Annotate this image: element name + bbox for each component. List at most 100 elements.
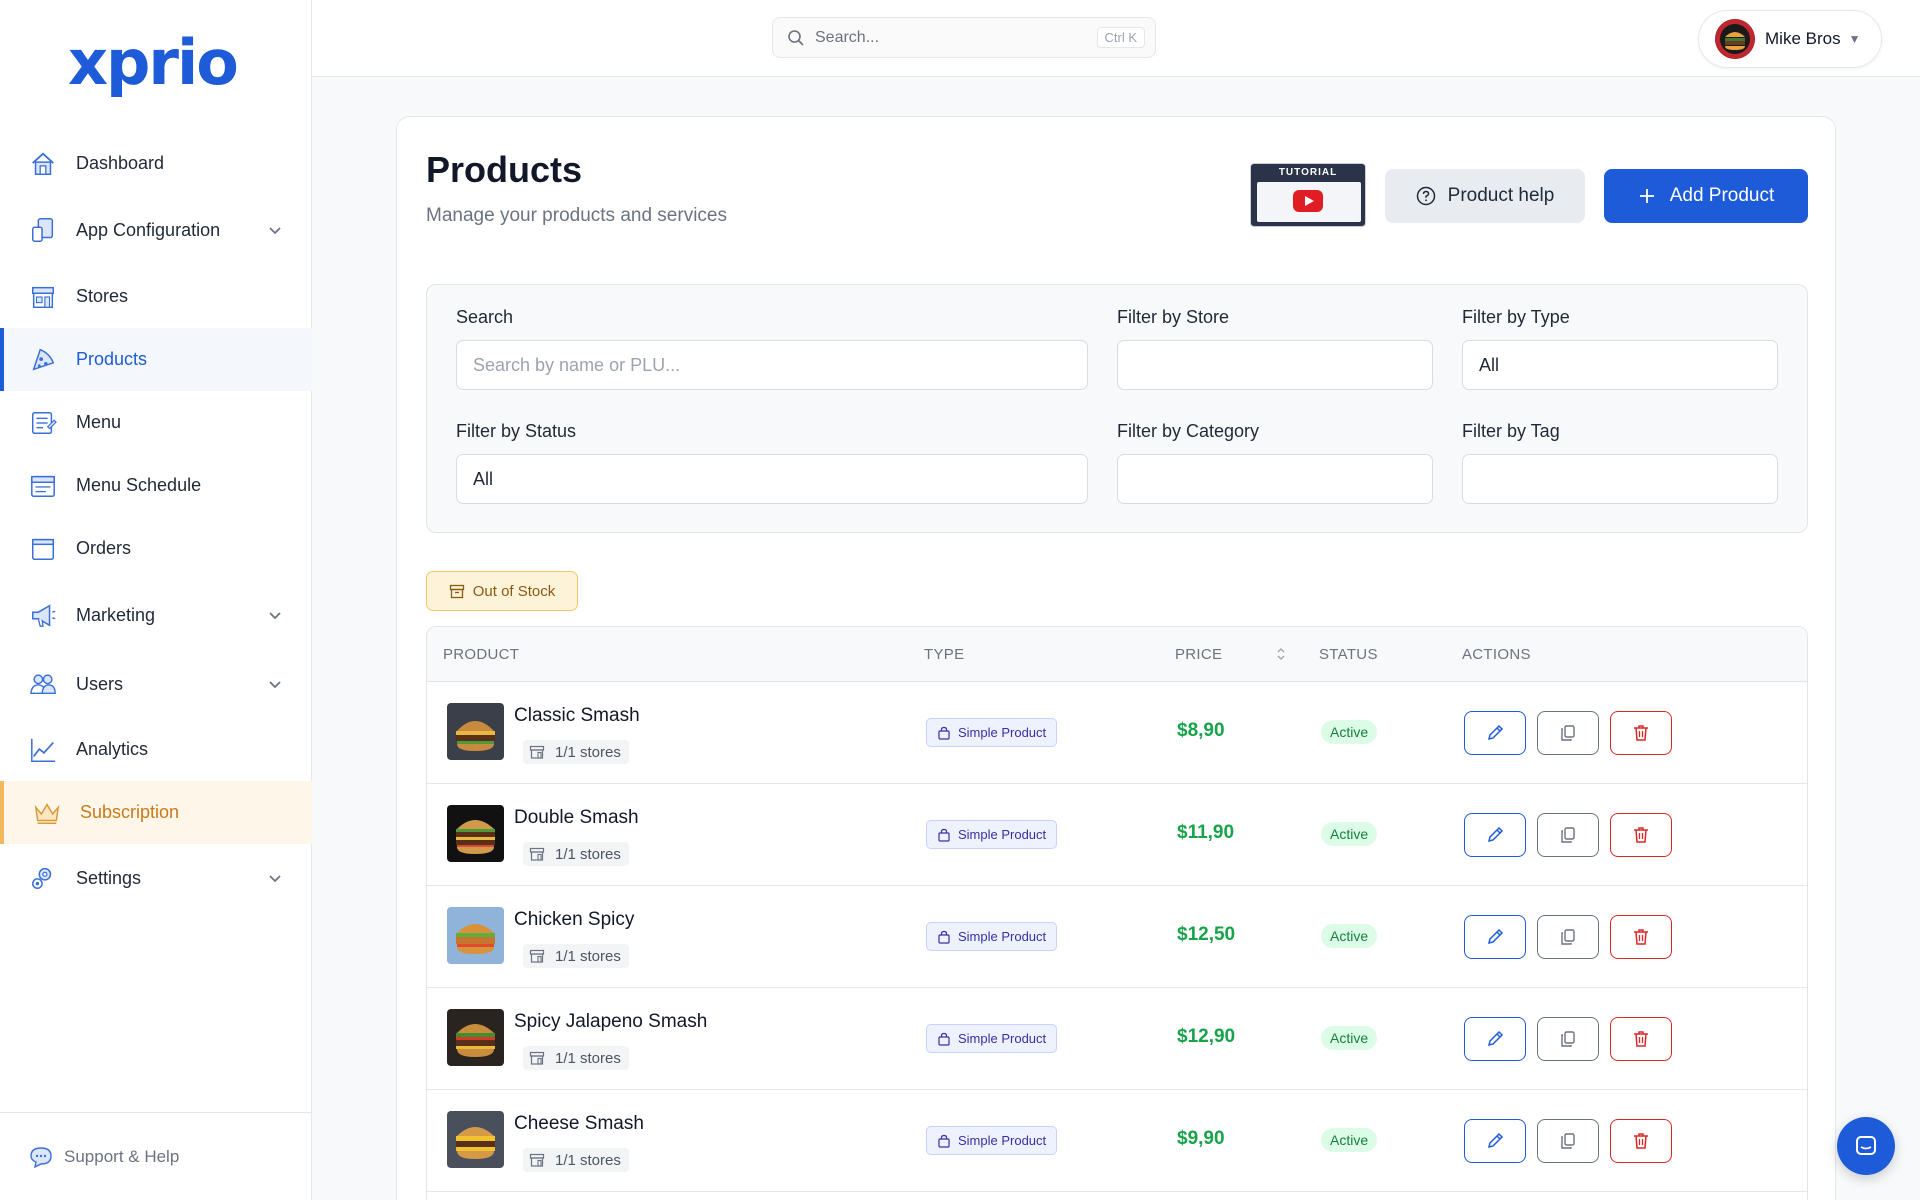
sidebar-item-label: Menu (76, 412, 122, 432)
product-thumbnail[interactable] (447, 1009, 504, 1066)
sidebar-item-settings[interactable]: Settings (0, 844, 312, 912)
column-header-price[interactable]: PRICE (1175, 646, 1222, 663)
page-subtitle: Manage your products and services (426, 205, 727, 226)
add-product-label: Add Product (1669, 185, 1775, 206)
crown-icon (32, 798, 62, 828)
shopping-bag-icon (938, 930, 950, 944)
help-circle-icon (1416, 186, 1435, 206)
duplicate-button[interactable] (1537, 915, 1599, 959)
sidebar-item-label: Settings (76, 867, 142, 888)
type-filter-label: Filter by Type (1462, 307, 1570, 327)
sidebar-item-label: Users (76, 673, 124, 694)
sidebar-item-label: Menu Schedule (76, 475, 202, 495)
global-search-input[interactable]: Search... Ctrl K (772, 17, 1156, 58)
product-name[interactable]: Cheese Smash (514, 1113, 644, 1135)
product-thumbnail[interactable] (447, 703, 504, 760)
chat-icon (1856, 1136, 1876, 1155)
type-filter-select[interactable]: All (1462, 340, 1778, 390)
product-thumbnail[interactable] (447, 907, 504, 964)
store-filter-select[interactable] (1117, 340, 1433, 390)
trash-icon (1634, 827, 1648, 843)
column-header-type: TYPE (924, 646, 965, 663)
status-badge: Active (1321, 924, 1378, 948)
status-filter-select[interactable]: All (456, 454, 1088, 504)
duplicate-button[interactable] (1537, 711, 1599, 755)
product-thumbnail[interactable] (447, 1111, 504, 1168)
product-price: $11,90 (1177, 822, 1235, 843)
product-name[interactable]: Spicy Jalapeno Smash (514, 1011, 707, 1033)
status-badge: Active (1321, 822, 1378, 846)
chat-launcher-button[interactable] (1837, 1117, 1895, 1175)
chevron-down-icon[interactable] (268, 608, 282, 622)
sidebar-item-menu-schedule[interactable]: Menu Schedule (0, 454, 312, 517)
sidebar-item-menu[interactable]: Menu (0, 391, 312, 454)
shopping-bag-icon (938, 726, 950, 740)
trash-icon (1634, 929, 1648, 945)
edit-button[interactable] (1464, 1119, 1526, 1163)
sidebar-item-app-configuration[interactable]: App Configuration (0, 195, 312, 265)
chart-icon (28, 735, 58, 765)
edit-button[interactable] (1464, 813, 1526, 857)
duplicate-button[interactable] (1537, 1119, 1599, 1163)
search-shortcut-hint: Ctrl K (1096, 27, 1145, 48)
tag-filter-select[interactable] (1462, 454, 1778, 504)
sidebar-nav: Dashboard App Configuration Stores Produ… (0, 132, 312, 912)
product-price: $12,90 (1177, 1026, 1236, 1047)
sidebar-item-users[interactable]: Users (0, 650, 312, 718)
product-price: $12,50 (1177, 924, 1236, 945)
topbar: Search... Ctrl K Mike Bros ▼ (312, 0, 1920, 77)
plus-icon (1639, 189, 1654, 203)
delete-button[interactable] (1610, 1119, 1672, 1163)
delete-button[interactable] (1610, 813, 1672, 857)
product-name[interactable]: Double Smash (514, 807, 639, 829)
edit-button[interactable] (1464, 711, 1526, 755)
sidebar-item-orders[interactable]: Orders (0, 517, 312, 580)
sidebar-item-stores[interactable]: Stores (0, 265, 312, 328)
out-of-stock-filter-button[interactable]: Out of Stock (426, 571, 578, 611)
product-type-badge: Simple Product (926, 820, 1058, 849)
product-stores-count: 1/1 stores (555, 1151, 621, 1169)
user-menu[interactable]: Mike Bros ▼ (1698, 10, 1882, 68)
status-filter-value: All (473, 468, 494, 489)
product-thumbnail[interactable] (447, 805, 504, 862)
column-header-actions: ACTIONS (1462, 646, 1531, 663)
sidebar-item-analytics[interactable]: Analytics (0, 718, 312, 781)
duplicate-button[interactable] (1537, 1017, 1599, 1061)
search-icon (788, 29, 804, 46)
app-logo[interactable]: xprio (68, 28, 239, 98)
sort-icon[interactable] (1275, 645, 1287, 663)
chevron-down-icon[interactable] (268, 223, 282, 237)
archive-icon (449, 584, 464, 599)
avatar (1715, 19, 1755, 59)
product-name[interactable]: Classic Smash (514, 705, 640, 727)
support-help-link[interactable]: Support & Help (0, 1112, 312, 1200)
product-name[interactable]: Chicken Spicy (514, 909, 634, 931)
sidebar-item-label: Stores (76, 286, 129, 306)
shopping-bag-icon (938, 828, 950, 842)
status-badge: Active (1321, 720, 1378, 744)
delete-button[interactable] (1610, 1017, 1672, 1061)
sidebar-item-products[interactable]: Products (0, 328, 312, 391)
tutorial-video-thumbnail[interactable]: TUTORIAL (1250, 163, 1366, 227)
delete-button[interactable] (1610, 915, 1672, 959)
sidebar-item-label: Products (76, 349, 148, 369)
sidebar-item-dashboard[interactable]: Dashboard (0, 132, 312, 195)
product-search-placeholder: Search by name or PLU... (473, 354, 681, 375)
trash-icon (1634, 1031, 1648, 1047)
pencil-icon (1487, 724, 1504, 741)
delete-button[interactable] (1610, 711, 1672, 755)
category-filter-select[interactable] (1117, 454, 1433, 504)
category-filter-label: Filter by Category (1117, 421, 1260, 441)
chevron-down-icon[interactable] (268, 871, 282, 885)
gear-icon (28, 863, 58, 893)
sidebar-item-marketing[interactable]: Marketing (0, 580, 312, 650)
sidebar-item-subscription[interactable]: Subscription (0, 781, 312, 844)
edit-button[interactable] (1464, 915, 1526, 959)
product-search-input[interactable]: Search by name or PLU... (456, 340, 1088, 390)
edit-button[interactable] (1464, 1017, 1526, 1061)
product-help-button[interactable]: Product help (1385, 169, 1585, 223)
add-product-button[interactable]: Add Product (1604, 169, 1808, 223)
chevron-down-icon[interactable] (268, 677, 282, 691)
duplicate-button[interactable] (1537, 813, 1599, 857)
store-filter-label: Filter by Store (1117, 307, 1230, 327)
